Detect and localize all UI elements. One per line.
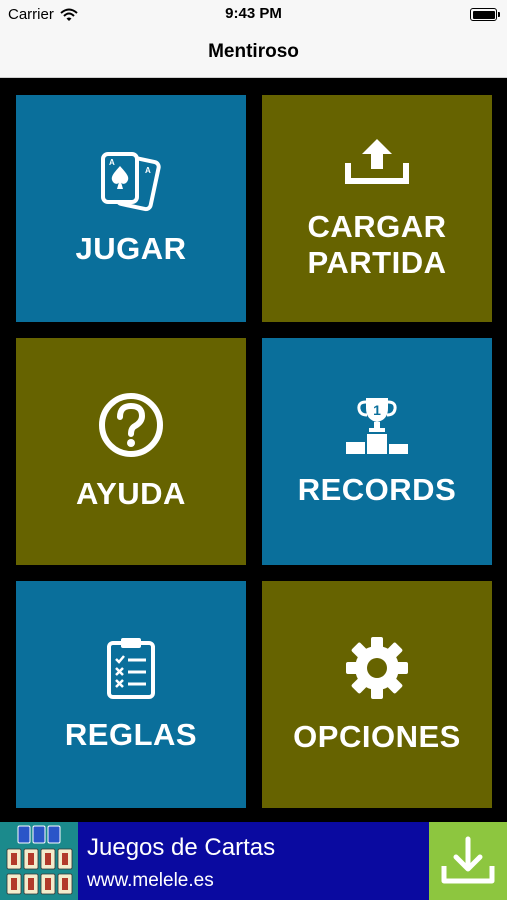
jugar-button[interactable]: A A JUGAR [16,95,246,322]
playing-cards-icon: A A [101,151,161,211]
reglas-label: REGLAS [64,716,198,752]
battery-icon [470,8,500,21]
status-bar: Carrier 9:43 PM [0,0,507,30]
download-icon [441,836,495,884]
ad-cards-thumbnail [0,822,78,900]
navigation-bar: Mentiroso [0,30,507,78]
playing-cards-thumbnail-icon [0,822,78,900]
question-circle-icon [99,392,163,457]
status-time: 9:43 PM [225,5,282,22]
svg-text:A: A [109,158,115,167]
ayuda-button[interactable]: AYUDA [16,338,246,565]
opciones-label: OPCIONES [293,718,461,754]
ad-banner[interactable]: Juegos de Cartas www.melele.es [0,822,507,900]
cargar-partida-button[interactable]: CARGAR PARTIDA [262,95,492,322]
ad-url: www.melele.es [87,870,214,891]
trophy-podium-icon: 1 [346,397,408,454]
cargar-partida-label-line1: CARGAR [307,208,447,244]
page-title: Mentiroso [208,41,299,62]
cargar-partida-label-line2: PARTIDA [307,244,447,280]
upload-icon [345,138,409,184]
gear-icon [346,636,408,699]
records-button[interactable]: 1 RECORDS [262,338,492,565]
opciones-button[interactable]: OPCIONES [262,581,492,808]
ad-title: Juegos de Cartas [87,834,276,861]
reglas-button[interactable]: REGLAS [16,581,246,808]
ad-download-button[interactable] [429,822,507,900]
records-label: RECORDS [297,471,457,507]
svg-text:1: 1 [373,402,381,418]
clipboard-checklist-icon [107,637,155,699]
jugar-label: JUGAR [75,230,187,266]
ayuda-label: AYUDA [76,475,186,511]
svg-text:A: A [145,166,151,175]
